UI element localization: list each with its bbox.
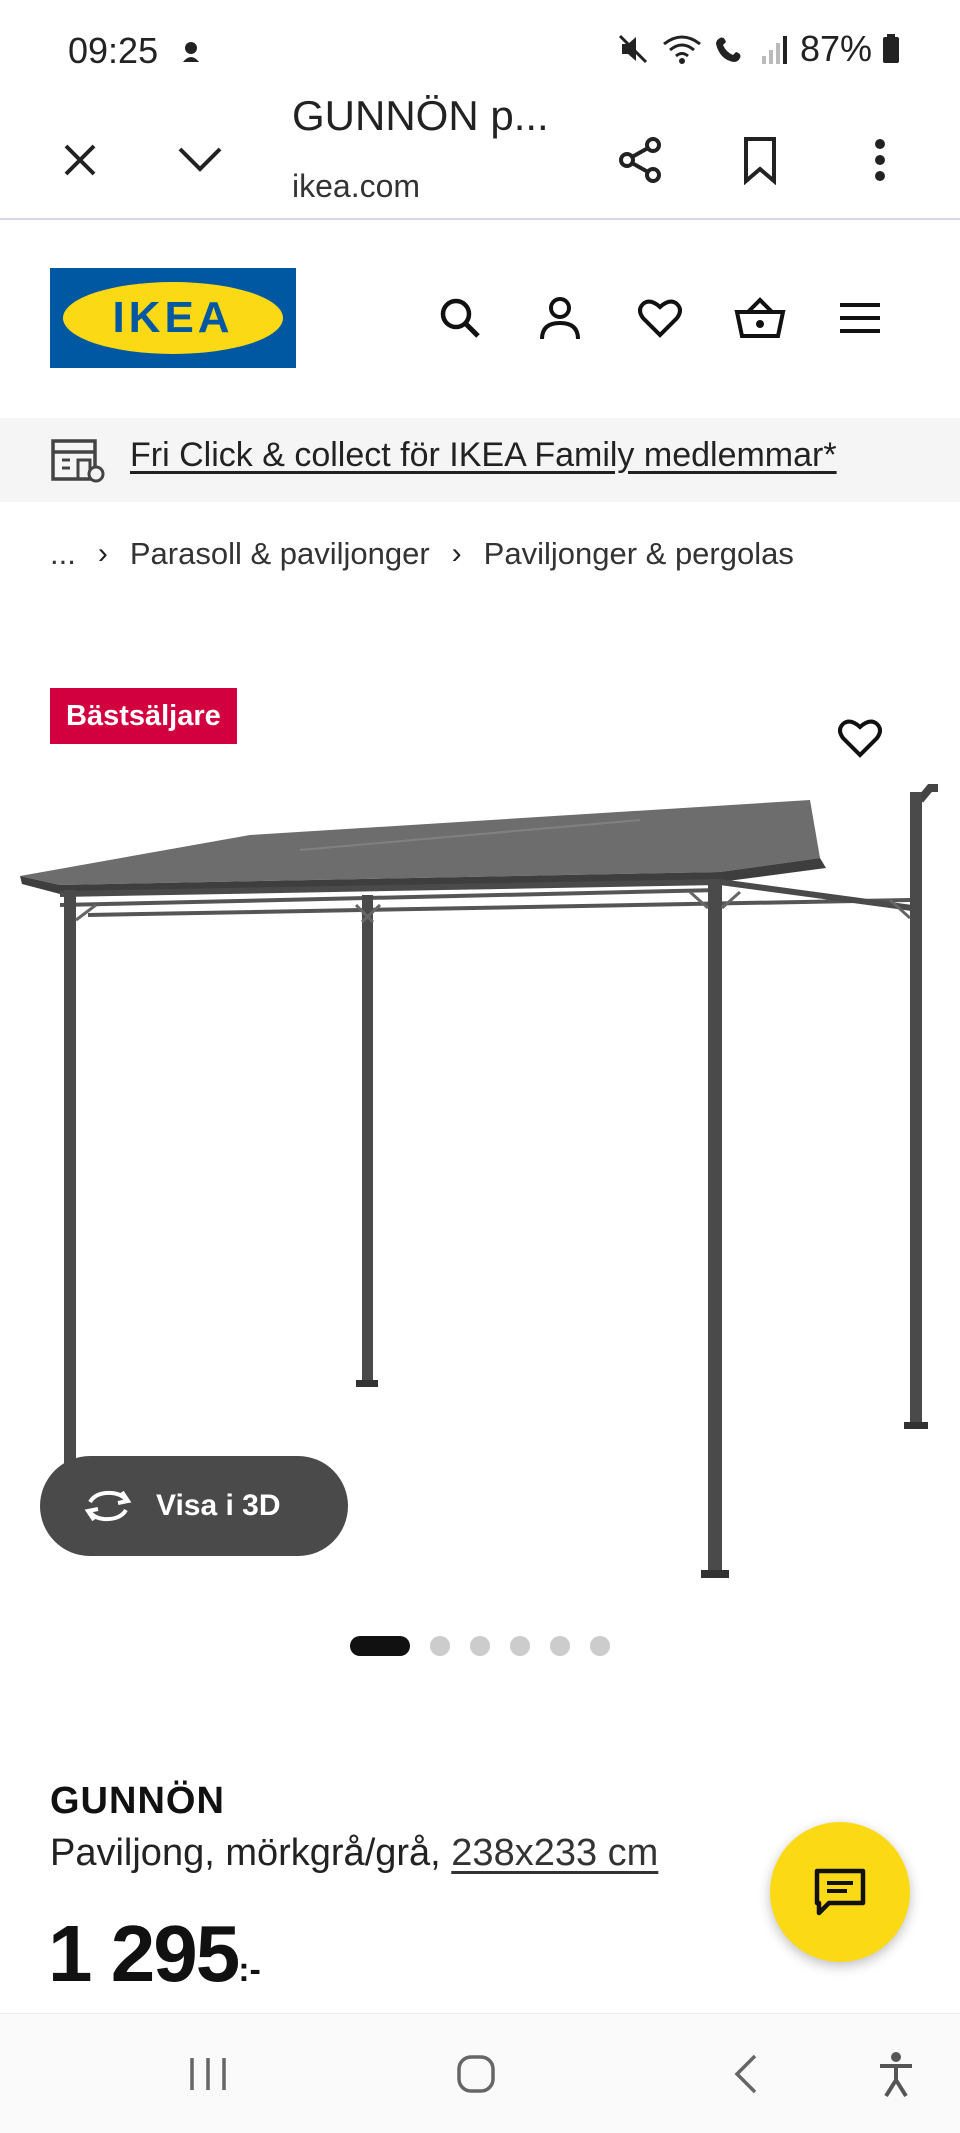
breadcrumb: ... › Parasoll & paviljonger › Paviljong… [50,536,794,572]
product-gallery[interactable]: Bästsäljare Visa i 3D [0,640,960,1640]
pagination-dot[interactable] [550,1636,570,1656]
promo-banner[interactable]: Fri Click & collect för IKEA Family medl… [0,418,960,502]
product-type: Paviljong, mörkgrå/grå, [50,1832,452,1874]
menu-icon[interactable] [826,284,894,352]
rotate-3d-icon [84,1490,132,1522]
accessibility-icon[interactable] [866,2044,926,2104]
view-3d-button[interactable]: Visa i 3D [40,1456,348,1556]
search-icon[interactable] [426,284,494,352]
signal-icon [761,36,787,64]
price-value: 1 295 [48,1909,240,1998]
product-size-link[interactable]: 238x233 cm [451,1832,658,1874]
ikea-logo[interactable]: IKEA [50,268,296,368]
gallery-pagination [350,1636,610,1656]
chat-button[interactable] [770,1822,910,1962]
pagination-dot[interactable] [430,1636,450,1656]
tab-title[interactable]: GUNNÖN p... [292,92,549,140]
status-bar: 09:25 87% [0,0,960,100]
notification-icon [183,42,199,62]
heart-icon [838,719,882,758]
breadcrumb-item-parasoll[interactable]: Parasoll & paviljonger [130,536,430,572]
promo-link[interactable]: Fri Click & collect för IKEA Family medl… [130,436,837,475]
bestseller-badge: Bästsäljare [50,688,237,744]
product-price: 1 295:- [48,1908,261,2000]
mute-icon [618,34,647,64]
store-icon [51,439,105,483]
breadcrumb-item-paviljonger[interactable]: Paviljonger & pergolas [484,536,794,572]
pagination-dot-active[interactable] [350,1636,410,1656]
system-nav-bar [0,2013,960,2133]
share-icon[interactable] [602,122,678,198]
chat-icon [814,1868,866,1916]
pagination-dot[interactable] [590,1636,610,1656]
back-icon[interactable] [716,2044,776,2104]
chevron-down-icon[interactable] [162,122,238,198]
pagination-dot[interactable] [510,1636,530,1656]
logo-text: IKEA [112,293,233,342]
chevron-right-icon: › [451,537,462,570]
battery-icon [883,34,899,63]
status-icons: 87% [616,28,900,70]
heart-icon[interactable] [626,284,694,352]
url-text[interactable]: ikea.com [292,168,420,205]
view-3d-label: Visa i 3D [156,1489,281,1522]
price-suffix: :- [238,1951,261,1989]
pagination-dot[interactable] [470,1636,490,1656]
favorite-button[interactable] [832,710,888,766]
close-icon[interactable] [42,122,118,198]
wifi-icon [663,35,701,64]
chevron-right-icon: › [97,537,108,570]
home-icon[interactable] [446,2044,506,2104]
bookmark-icon[interactable] [722,122,798,198]
product-name: GUNNÖN [50,1780,225,1822]
breadcrumb-item-ellipsis[interactable]: ... [50,536,76,572]
user-icon[interactable] [526,284,594,352]
basket-icon[interactable] [726,284,794,352]
more-vert-icon[interactable] [842,122,918,198]
product-description: Paviljong, mörkgrå/grå, 238x233 cm [50,1832,658,1875]
wifi-call-icon [715,37,741,62]
recent-apps-icon[interactable] [178,2044,238,2104]
status-time: 09:25 [68,30,159,71]
site-header: IKEA [0,222,960,418]
battery-percent: 87% [799,28,872,69]
